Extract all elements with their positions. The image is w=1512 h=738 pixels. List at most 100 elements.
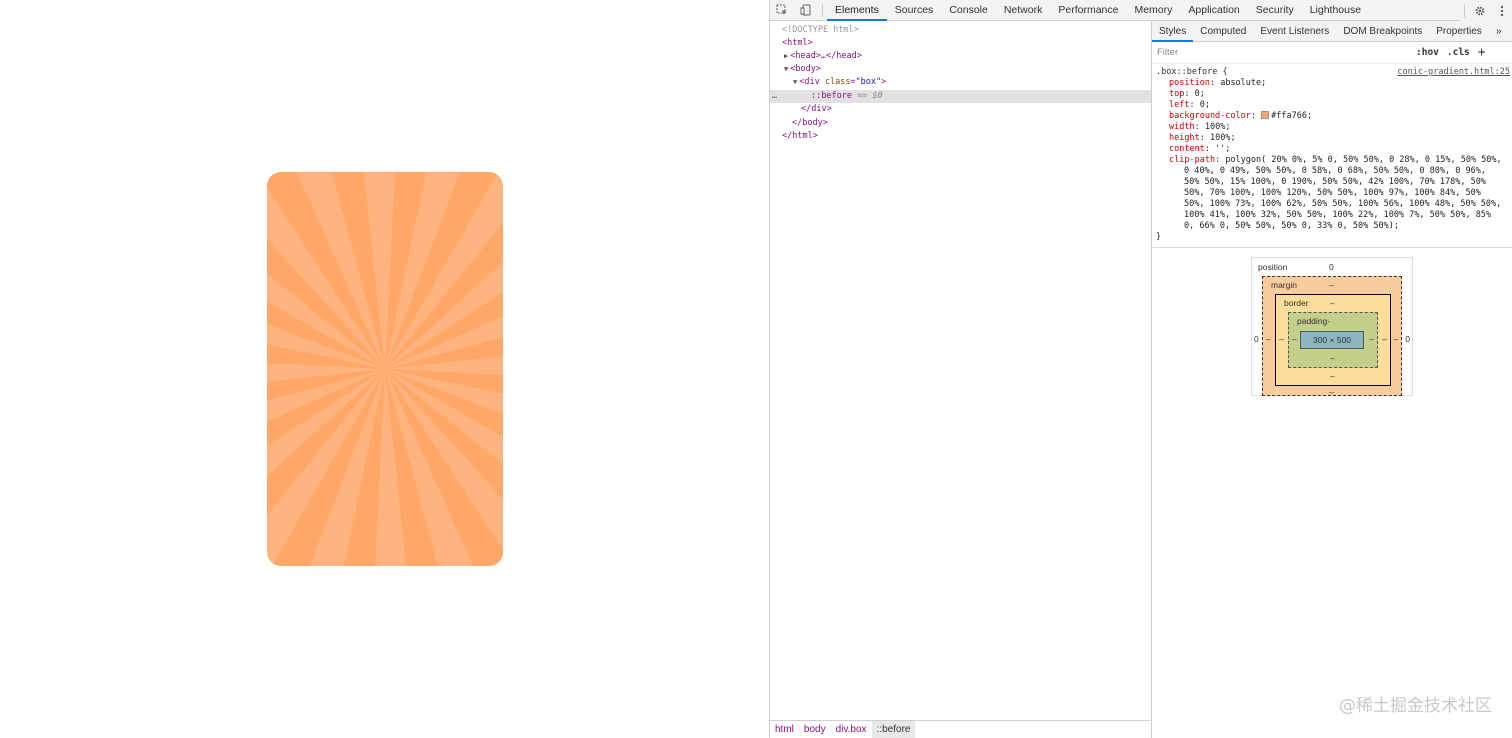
tab-console[interactable]: Console [941, 0, 996, 21]
inspect-element-icon[interactable] [770, 0, 794, 21]
tab-event-listeners[interactable]: Event Listeners [1253, 21, 1336, 42]
cls-button[interactable]: .cls [1443, 47, 1474, 58]
tab-properties[interactable]: Properties [1429, 21, 1489, 42]
clip-path-line[interactable]: 100% 41%, 100% 32%, 50% 50%, 100% 22%, 1… [1156, 210, 1509, 221]
more-dots-icon[interactable]: … [772, 90, 777, 103]
html-open-tag: <html> [782, 38, 813, 48]
dom-div-close[interactable]: </div> [770, 103, 1151, 116]
css-declaration[interactable]: width: 100%; [1156, 122, 1509, 133]
hov-button[interactable]: :hov [1412, 47, 1443, 58]
bm-border-bottom[interactable]: – [1330, 371, 1335, 381]
tab-dom-breakpoints[interactable]: DOM Breakpoints [1336, 21, 1429, 42]
bm-position-value[interactable]: 0 [1329, 262, 1334, 272]
bm-border-right[interactable]: – [1382, 334, 1387, 344]
styles-sidebar: Styles Computed Event Listeners DOM Brea… [1151, 21, 1512, 738]
devtools-panel: Elements Sources Console Network Perform… [769, 0, 1512, 738]
tab-application[interactable]: Application [1180, 0, 1247, 21]
div-attr-name: class [824, 77, 851, 87]
clip-path-line[interactable]: 0 40%, 0 49%, 50% 50%, 0 58%, 0 68%, 50%… [1156, 166, 1509, 177]
clip-path-line[interactable]: 50%, 100% 73%, 100% 62%, 50% 50%, 100% 5… [1156, 199, 1509, 210]
clip-path-line[interactable]: 50% 50%, 15% 100%, 0 190%, 50% 50%, 42% … [1156, 177, 1509, 188]
bm-padding-right[interactable]: – [1369, 334, 1374, 344]
dom-head[interactable]: ▶ <head>…</head> [770, 50, 1151, 63]
css-declaration[interactable]: clip-path: polygon( 20% 0%, 5% 0, 50% 50… [1156, 155, 1509, 166]
css-declaration[interactable]: position: absolute; [1156, 78, 1509, 89]
dom-html-open[interactable]: <html> [770, 37, 1151, 50]
css-property-name[interactable]: width [1169, 122, 1195, 132]
css-property-name[interactable]: left [1169, 100, 1189, 110]
bm-right-value[interactable]: 0 [1405, 334, 1410, 344]
css-property-name[interactable]: content [1169, 144, 1205, 154]
crumb-html[interactable]: html [770, 721, 799, 738]
bm-border-left[interactable]: – [1279, 334, 1284, 344]
css-property-value[interactable]: polygon( 20% 0%, 5% 0, 50% 50%, 0 28%, 0… [1225, 155, 1501, 165]
css-declaration[interactable]: top: 0; [1156, 89, 1509, 100]
bm-margin-bottom[interactable]: – [1329, 387, 1334, 397]
color-swatch-icon[interactable] [1261, 111, 1270, 119]
device-toggle-icon[interactable] [794, 0, 818, 21]
css-property-name[interactable]: background-color [1169, 111, 1251, 121]
rule-source-link[interactable]: conic-gradient.html:25 [1397, 67, 1510, 78]
css-declaration[interactable]: left: 0; [1156, 100, 1509, 111]
css-property-value[interactable]: 100%; [1205, 122, 1231, 132]
tab-sources[interactable]: Sources [887, 0, 942, 21]
dom-html-close[interactable]: </html> [770, 130, 1151, 143]
tab-security[interactable]: Security [1248, 0, 1302, 21]
expand-triangle-icon[interactable]: ▶ [784, 52, 788, 60]
dom-body-close[interactable]: </body> [770, 117, 1151, 130]
css-property-name[interactable]: position [1169, 78, 1210, 88]
tab-memory[interactable]: Memory [1126, 0, 1180, 21]
css-declaration[interactable]: height: 100%; [1156, 133, 1509, 144]
css-property-value[interactable]: #ffa766; [1271, 111, 1312, 121]
bm-padding-left[interactable]: – [1292, 334, 1297, 344]
bm-margin-right[interactable]: – [1393, 334, 1398, 344]
bm-padding-box: padding- – – – 300 × 500 [1288, 312, 1378, 368]
tab-lighthouse[interactable]: Lighthouse [1302, 0, 1369, 21]
bm-left-value[interactable]: 0 [1254, 334, 1259, 344]
bm-border-top[interactable]: – [1330, 298, 1335, 308]
body-open-tag: <body> [790, 64, 821, 74]
vertical-dots-icon[interactable] [1491, 0, 1512, 21]
tab-performance[interactable]: Performance [1050, 0, 1126, 21]
clip-path-line[interactable]: 50%, 70% 100%, 100% 120%, 50% 50%, 100% … [1156, 188, 1509, 199]
dom-div-box[interactable]: ▼ <div class="box"> [770, 76, 1151, 89]
filter-row: :hov .cls + [1152, 42, 1512, 64]
declaration-list: position: absolute; top: 0; left: 0; backgr… [1156, 78, 1509, 166]
crumb-before[interactable]: ::before [871, 721, 916, 738]
css-property-value[interactable]: absolute; [1220, 78, 1266, 88]
css-property-value[interactable]: ''; [1215, 144, 1230, 154]
tabs-overflow-icon[interactable]: » [1489, 21, 1509, 42]
collapse-triangle-icon[interactable]: ▼ [784, 65, 788, 73]
css-declaration[interactable]: content: ''; [1156, 144, 1509, 155]
styles-filter-input[interactable] [1152, 47, 1412, 58]
toolbar-right-controls [1460, 0, 1512, 21]
bm-padding-bottom[interactable]: – [1330, 353, 1335, 363]
css-property-value[interactable]: 100%; [1210, 133, 1236, 143]
css-property-value[interactable]: 0; [1195, 89, 1205, 99]
tab-styles[interactable]: Styles [1152, 21, 1194, 42]
crumb-body[interactable]: body [799, 721, 831, 738]
before-pseudo: ::before [811, 91, 852, 101]
new-rule-button[interactable]: + [1474, 45, 1490, 60]
clip-path-line[interactable]: 0, 66% 0, 50% 50%, 50% 0, 33% 0, 50% 50%… [1156, 221, 1509, 232]
collapse-triangle-icon[interactable]: ▼ [793, 78, 797, 86]
dom-body-open[interactable]: ▼ <body> [770, 63, 1151, 76]
crumb-div-box[interactable]: div.box [831, 721, 872, 738]
html-close-tag: </html> [782, 131, 818, 141]
gear-icon[interactable] [1469, 0, 1491, 21]
css-declaration[interactable]: background-color: #ffa766; [1156, 111, 1509, 122]
tab-computed[interactable]: Computed [1193, 21, 1253, 42]
bm-padding-label: padding- [1297, 316, 1331, 326]
tab-network[interactable]: Network [996, 0, 1051, 21]
bm-margin-top[interactable]: – [1329, 280, 1334, 290]
css-property-name[interactable]: height [1169, 133, 1200, 143]
doctype-text: <!DOCTYPE html> [782, 25, 859, 35]
bm-margin-left[interactable]: – [1266, 334, 1271, 344]
css-property-name[interactable]: top [1169, 89, 1184, 99]
css-property-name[interactable]: clip-path [1169, 155, 1215, 165]
bm-content-box[interactable]: 300 × 500 [1300, 331, 1364, 349]
tab-elements[interactable]: Elements [827, 0, 887, 21]
dom-doctype[interactable]: <!DOCTYPE html> [770, 24, 1151, 37]
css-property-value[interactable]: 0; [1200, 100, 1210, 110]
dom-before-selected[interactable]: … ::before == $0 [770, 90, 1151, 103]
